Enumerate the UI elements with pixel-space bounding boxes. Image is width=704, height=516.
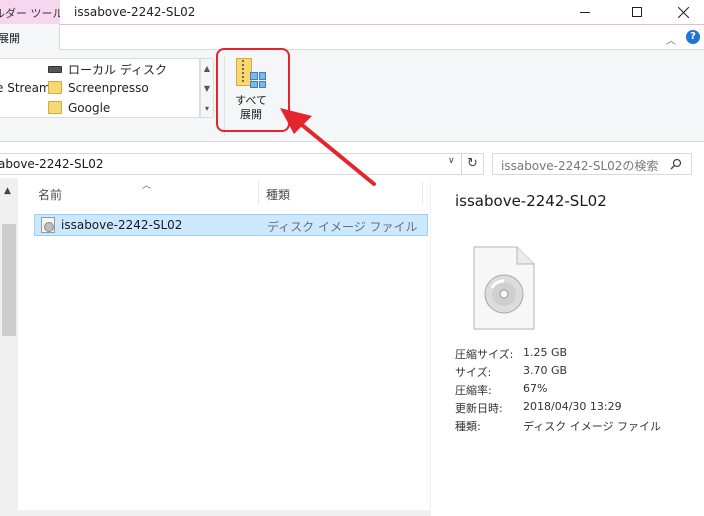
gallery-scrollbar[interactable]: ▲ ▼ ▾ xyxy=(200,58,214,118)
chevron-up-icon[interactable]: ▲ xyxy=(201,59,213,79)
file-type: ディスク イメージ ファイル xyxy=(267,220,418,234)
column-divider[interactable] xyxy=(422,182,423,204)
details-pane: issabove-2242-SL02 圧縮サイズ: 1.25 GB サイズ: 3.7… xyxy=(430,178,704,516)
file-list: ︿ 名前 種類 issabove-2242-SL02 ディスク イメージ ファイ… xyxy=(20,178,430,516)
expand-gallery-icon[interactable]: ▾ xyxy=(201,99,213,119)
address-bar[interactable]: above-2242-SL02 xyxy=(0,153,462,175)
minimize-button[interactable] xyxy=(562,0,608,24)
address-path: above-2242-SL02 xyxy=(0,157,104,171)
detail-value: 1.25 GB xyxy=(523,346,568,359)
maximize-icon xyxy=(632,7,642,17)
gallery-item-label: ローカル ディスク xyxy=(68,63,167,77)
detail-value: 2018/04/30 13:29 xyxy=(523,400,622,413)
ribbon: e Stream ローカル ディスク Screenpresso Google ▲… xyxy=(0,50,704,142)
gallery-item-label: Screenpresso xyxy=(68,81,149,95)
chevron-down-icon[interactable]: ▼ xyxy=(201,79,213,99)
refresh-button[interactable]: ↻ xyxy=(462,153,484,175)
column-header-type[interactable]: 種類 xyxy=(266,186,290,203)
help-icon[interactable]: ? xyxy=(686,30,700,44)
refresh-icon: ↻ xyxy=(467,156,478,171)
gallery-item-label: Google xyxy=(68,101,111,115)
context-tab-folder-tools[interactable]: ルダー ツール xyxy=(0,0,60,24)
sort-ascending-icon: ︿ xyxy=(142,181,152,191)
extract-destination-gallery: e Stream ローカル ディスク Screenpresso Google xyxy=(0,58,200,118)
gallery-item-label: e Stream xyxy=(0,81,51,95)
navigation-scrollbar[interactable]: ▲ xyxy=(0,178,18,516)
file-name: issabove-2242-SL02 xyxy=(61,218,183,232)
file-row[interactable]: issabove-2242-SL02 ディスク イメージ ファイル xyxy=(34,214,428,236)
context-tab-label: ルダー ツール xyxy=(0,7,60,20)
folder-icon xyxy=(48,101,62,114)
close-button[interactable] xyxy=(660,0,704,24)
detail-key: 圧縮率: xyxy=(455,384,492,397)
address-row: above-2242-SL02 ∨ ↻ issabove-2242-SL02の検… xyxy=(0,150,704,178)
chevron-down-icon[interactable]: ∨ xyxy=(448,156,455,166)
drive-icon xyxy=(48,66,62,73)
minimize-icon xyxy=(580,11,590,13)
column-divider[interactable] xyxy=(258,182,259,204)
tab-extract[interactable]: 展開 xyxy=(0,24,60,50)
detail-value: 67% xyxy=(523,382,548,395)
gallery-item-screenpresso[interactable]: Screenpresso xyxy=(48,81,149,95)
window-title: issabove-2242-SL02 xyxy=(74,5,196,19)
scrollbar-thumb[interactable] xyxy=(2,224,16,336)
tab-strip xyxy=(60,24,704,50)
search-input[interactable]: issabove-2242-SL02の検索 xyxy=(492,153,692,175)
search-icon[interactable] xyxy=(670,158,682,170)
maximize-button[interactable] xyxy=(614,0,660,24)
detail-key: 更新日時: xyxy=(455,402,503,415)
highlight-box xyxy=(216,48,290,132)
detail-key: 圧縮サイズ: xyxy=(455,348,514,361)
detail-key: 種類: xyxy=(455,420,481,433)
detail-value: ディスク イメージ ファイル xyxy=(523,420,662,433)
tab-extract-label: 展開 xyxy=(0,32,20,45)
detail-value: 3.70 GB xyxy=(523,364,568,377)
disc-image-icon xyxy=(473,246,535,330)
gallery-item-stream[interactable]: e Stream xyxy=(0,81,55,95)
gallery-item-google[interactable]: Google xyxy=(48,101,110,115)
details-title: issabove-2242-SL02 xyxy=(455,192,607,210)
folder-icon xyxy=(48,81,62,94)
chevron-up-icon[interactable]: ︿ xyxy=(666,32,676,47)
gallery-item-local-disk[interactable]: ローカル ディスク xyxy=(48,61,167,78)
column-header-name[interactable]: 名前 xyxy=(38,186,62,203)
disc-image-icon xyxy=(41,217,55,233)
close-icon xyxy=(677,6,689,18)
title-bar: ルダー ツール issabove-2242-SL02 xyxy=(0,0,704,24)
horizontal-scrollbar[interactable] xyxy=(18,510,430,516)
detail-key: サイズ: xyxy=(455,366,492,379)
chevron-up-icon[interactable]: ▲ xyxy=(4,186,11,196)
ribbon-tab-row: 展開 ︿ ? xyxy=(0,24,704,50)
